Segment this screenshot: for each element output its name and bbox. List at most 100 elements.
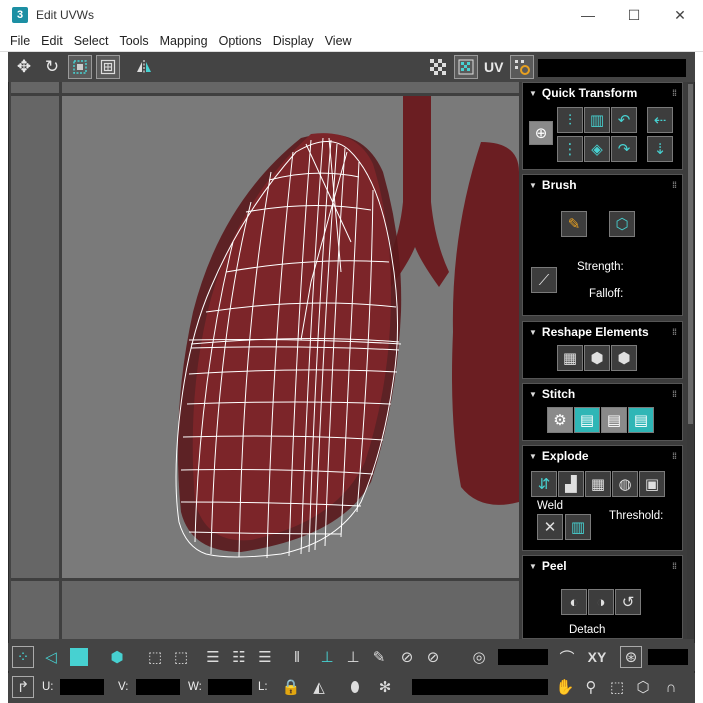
absolute-mode-icon[interactable]: ↱ (12, 676, 34, 698)
u-field[interactable] (60, 679, 104, 695)
paint-brush-icon[interactable]: ✎ (561, 211, 587, 237)
reshape-header[interactable]: ▼ Reshape Elements ⁞⁞ (523, 322, 682, 342)
panel-scrollbar[interactable] (687, 82, 694, 639)
menu-file[interactable]: File (10, 34, 30, 48)
shrink-selection-icon[interactable]: ⬚ (170, 646, 192, 668)
stitch-to-source-icon[interactable]: ▤ (628, 407, 654, 433)
straighten-icon[interactable]: ◈ (584, 136, 610, 162)
menu-tools[interactable]: Tools (119, 34, 148, 48)
quick-transform-header[interactable]: ▼ Quick Transform ⁞⁞ (523, 83, 682, 103)
menu-view[interactable]: View (325, 34, 352, 48)
brush-header[interactable]: ▼ Brush ⁞⁞ (523, 175, 682, 195)
weld-all-icon[interactable]: ▥ (565, 514, 591, 540)
scale-icon[interactable] (68, 55, 92, 79)
explode-sphere-icon[interactable]: ◍ (612, 471, 638, 497)
texture-dropdown[interactable] (538, 59, 686, 77)
edge-mode-icon[interactable]: ◁ (40, 646, 62, 668)
peel-header[interactable]: ▼ Peel ⁞⁞ (523, 556, 682, 576)
loop-grow-icon[interactable]: ☷ (228, 646, 250, 668)
rotate-ccw-icon[interactable]: ↶ (611, 107, 637, 133)
mirror-icon[interactable] (132, 55, 156, 79)
lock-icon[interactable]: 🔒 (280, 676, 302, 698)
loop-icon[interactable]: ☰ (202, 646, 224, 668)
align-vertical-icon[interactable]: ⋮ (557, 136, 583, 162)
brush-falloff-icon[interactable]: ⟋ (531, 267, 557, 293)
explode-icon[interactable]: ▟ (558, 471, 584, 497)
brush-size-down-icon[interactable]: ⊘ (396, 646, 418, 668)
vertex-mode-icon[interactable]: ⁘ (12, 646, 34, 668)
uv-viewport[interactable] (11, 82, 519, 639)
uv-settings-icon[interactable] (510, 55, 534, 79)
menu-mapping[interactable]: Mapping (160, 34, 208, 48)
move-icon[interactable]: ✥ (12, 55, 36, 79)
freeform-icon[interactable] (96, 55, 120, 79)
detach-label: Detach (569, 624, 606, 636)
ring-grow-icon[interactable]: ‖ (286, 646, 308, 668)
hide-icon[interactable]: ⬮ (344, 676, 366, 698)
uv-canvas[interactable] (11, 82, 519, 639)
selection-filter-field[interactable] (412, 679, 548, 695)
w-field[interactable] (208, 679, 252, 695)
rotate-cw-icon[interactable]: ↷ (611, 136, 637, 162)
world-space-icon[interactable]: ⊛ (620, 646, 642, 668)
v-field[interactable] (136, 679, 180, 695)
explode-header[interactable]: ▼ Explode ⁞⁞ (523, 446, 682, 466)
straighten-selection-icon[interactable]: ▦ (557, 345, 583, 371)
minimize-button[interactable]: — (565, 0, 611, 30)
ring-icon[interactable]: ☰ (254, 646, 276, 668)
stitch-custom-icon[interactable]: ⚙ (547, 407, 573, 433)
edge-sel-icon[interactable]: ⊥ (342, 646, 364, 668)
menu-select[interactable]: Select (74, 34, 109, 48)
falloff-field[interactable] (498, 649, 548, 665)
checker-icon[interactable] (426, 55, 450, 79)
menu-options[interactable]: Options (219, 34, 262, 48)
relax-settings-icon[interactable]: ⬢ (611, 345, 637, 371)
relax-icon[interactable]: ⬢ (584, 345, 610, 371)
pivot-icon[interactable]: ⊕ (529, 121, 553, 145)
menu-display[interactable]: Display (273, 34, 314, 48)
xy-axis-button[interactable]: XY (582, 646, 612, 668)
reset-peel-icon[interactable]: ↺ (615, 589, 641, 615)
rotate-icon[interactable]: ↻ (40, 55, 64, 79)
maximize-button[interactable]: ☐ (611, 0, 657, 30)
scrollbar-thumb[interactable] (688, 84, 693, 424)
zoom-region-icon[interactable]: ⬚ (606, 676, 628, 698)
relax-brush-icon[interactable]: ⬡ (609, 211, 635, 237)
align-horizontal-icon[interactable]: ⫶ (557, 107, 583, 133)
zoom-extents-icon[interactable]: ⬡ (632, 676, 654, 698)
explode-box-icon[interactable]: ▣ (639, 471, 665, 497)
weld-selected-icon[interactable]: ✕ (537, 514, 563, 540)
peel-rollout: ▼ Peel ⁞⁞ ◐ ◑ ↺ Detach (522, 555, 683, 639)
element-mode-icon[interactable]: ⬢ (106, 646, 128, 668)
brush-size-up-icon[interactable]: ⊘ (422, 646, 444, 668)
flatten-icon[interactable]: ▦ (585, 471, 611, 497)
peel-title: Peel (541, 559, 567, 573)
point-to-point-icon[interactable]: ⊥ (316, 646, 338, 668)
zoom-icon[interactable]: ⚲ (580, 676, 602, 698)
filter-icon[interactable]: ◭ (308, 676, 330, 698)
space-vertical2-icon[interactable]: ⇣ (647, 136, 673, 162)
stitch-to-target-icon[interactable]: ▤ (574, 407, 600, 433)
break-icon[interactable]: ⇵ (531, 471, 557, 497)
paint-select-icon[interactable]: ✎ (368, 646, 390, 668)
face-mode-icon[interactable] (68, 646, 90, 668)
snap-icon[interactable]: ∩ (660, 676, 682, 698)
stitch-title: Stitch (541, 387, 576, 401)
space-vertical-icon[interactable]: ▥ (584, 107, 610, 133)
uv-label[interactable]: UV (484, 59, 503, 75)
soft-selection-icon[interactable]: ◎ (468, 646, 490, 668)
freeze-icon[interactable]: ✻ (374, 676, 396, 698)
falloff-curve-icon[interactable]: ⌒ (556, 646, 578, 668)
l-label: L: (258, 681, 268, 693)
grow-selection-icon[interactable]: ⬚ (144, 646, 166, 668)
pan-icon[interactable]: ✋ (554, 676, 576, 698)
space-horizontal-icon[interactable]: ⇠ (647, 107, 673, 133)
checker-map-icon[interactable] (454, 55, 478, 79)
close-button[interactable]: ✕ (657, 0, 703, 30)
menu-edit[interactable]: Edit (41, 34, 63, 48)
stitch-average-icon[interactable]: ▤ (601, 407, 627, 433)
grid-value-field[interactable] (648, 649, 688, 665)
stitch-header[interactable]: ▼ Stitch ⁞⁞ (523, 384, 682, 404)
quick-peel-icon[interactable]: ◐ (561, 589, 587, 615)
peel-mode-icon[interactable]: ◑ (588, 589, 614, 615)
